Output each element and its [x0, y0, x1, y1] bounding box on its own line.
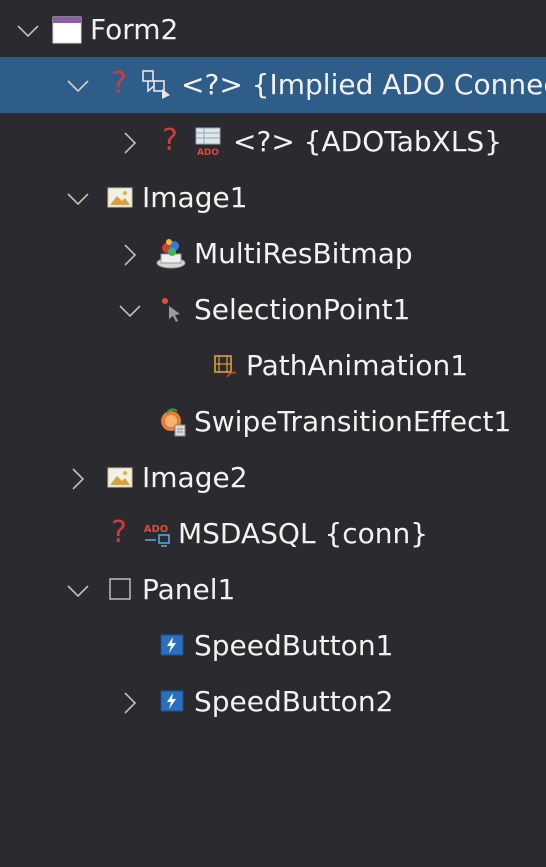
ado-connection-icon — [140, 69, 172, 99]
chevron-down-icon[interactable] — [66, 187, 90, 211]
panel-icon — [108, 577, 132, 601]
image-icon — [107, 186, 133, 210]
chevron-down-icon[interactable] — [66, 579, 90, 603]
transition-effect-icon — [159, 407, 187, 437]
tree-node-pathanimation1[interactable]: PathAnimation1 — [0, 338, 546, 394]
tree-node-label: Panel1 — [142, 573, 236, 606]
tree-node-label: SpeedButton2 — [194, 685, 394, 718]
svg-text:ADO: ADO — [197, 148, 219, 157]
tree-node-image2[interactable]: Image2 — [0, 450, 546, 506]
chevron-down-icon[interactable] — [118, 299, 142, 323]
path-animation-icon — [213, 353, 239, 379]
multires-bitmap-icon — [155, 238, 187, 270]
chevron-right-icon[interactable] — [118, 243, 142, 267]
ado-connection-small-icon: ADO — [142, 520, 172, 548]
tree-node-label: <?> {Implied ADO Connec — [181, 68, 546, 101]
tree-node-multiresbitmap[interactable]: MultiResBitmap — [0, 226, 546, 282]
tree-node-label: <?> {ADOTabXLS} — [233, 125, 503, 158]
unknown-mark-icon: ? — [111, 66, 127, 101]
tree-node-label: SpeedButton1 — [194, 629, 394, 662]
tree-node-label: SelectionPoint1 — [194, 293, 411, 326]
tree-node-adotabxls[interactable]: ? ADO <?> {ADOTabXLS} — [0, 114, 546, 170]
unknown-mark-icon: ? — [111, 515, 127, 550]
tree-node-label: SwipeTransitionEffect1 — [194, 405, 512, 438]
chevron-down-icon[interactable] — [66, 74, 90, 98]
tree-node-label: MSDASQL {conn} — [178, 517, 429, 550]
chevron-right-icon[interactable] — [118, 131, 142, 155]
chevron-down-icon[interactable] — [16, 19, 40, 43]
speed-button-icon — [160, 633, 184, 657]
tree-node-image1[interactable]: Image1 — [0, 170, 546, 226]
ado-table-icon: ADO — [193, 127, 223, 157]
unknown-mark-icon: ? — [162, 123, 178, 158]
tree-node-swipetransitioneffect1[interactable]: SwipeTransitionEffect1 — [0, 394, 546, 450]
tree-node-label: MultiResBitmap — [194, 237, 413, 270]
tree-node-label: PathAnimation1 — [246, 349, 469, 382]
structure-tree: Form2 ? <?> {Implied ADO Connec ? ADO <?… — [0, 0, 546, 867]
chevron-right-icon[interactable] — [66, 467, 90, 491]
tree-node-label: Image1 — [142, 181, 248, 214]
tree-node-form2[interactable]: Form2 — [0, 2, 546, 58]
tree-node-label: Image2 — [142, 461, 248, 494]
tree-node-label: Form2 — [90, 13, 179, 46]
image-icon — [107, 466, 133, 490]
chevron-right-icon[interactable] — [118, 691, 142, 715]
svg-text:ADO: ADO — [144, 524, 169, 535]
selection-point-icon — [160, 296, 184, 324]
tree-node-implied-ado-connection[interactable]: ? <?> {Implied ADO Connec — [0, 57, 546, 113]
form-icon — [52, 15, 82, 45]
tree-node-msdasql[interactable]: ? ADO MSDASQL {conn} — [0, 506, 546, 562]
tree-node-panel1[interactable]: Panel1 — [0, 562, 546, 618]
tree-node-selectionpoint1[interactable]: SelectionPoint1 — [0, 282, 546, 338]
tree-node-speedbutton2[interactable]: SpeedButton2 — [0, 674, 546, 730]
speed-button-icon — [160, 689, 184, 713]
tree-node-speedbutton1[interactable]: SpeedButton1 — [0, 618, 546, 674]
